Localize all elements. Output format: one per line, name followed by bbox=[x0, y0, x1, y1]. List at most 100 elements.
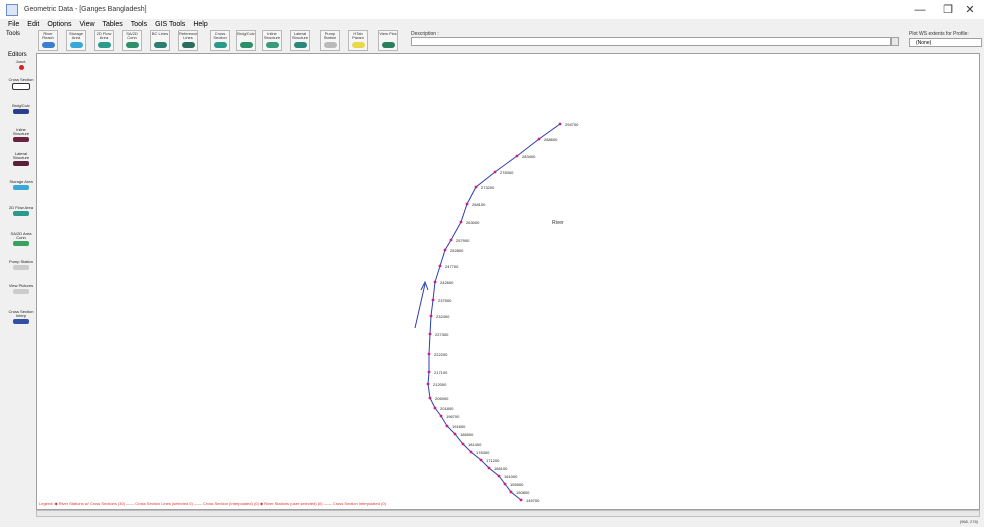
menu-file[interactable]: File bbox=[8, 21, 19, 28]
palette-xs-interpolation[interactable]: Cross Section Interp bbox=[8, 310, 34, 324]
cross-section-marker[interactable] bbox=[459, 220, 463, 224]
cross-section-marker[interactable] bbox=[461, 442, 465, 446]
inline-structure-button[interactable]: Inline Structure bbox=[262, 30, 282, 51]
inline-structure-icon bbox=[266, 42, 279, 48]
description-field[interactable] bbox=[411, 37, 891, 46]
cross-section-marker[interactable] bbox=[439, 414, 443, 418]
palette-label: Cross Section Interp bbox=[8, 309, 34, 318]
river-schematic[interactable]: 294700 288600 283400 278300 273200 268100 2630… bbox=[37, 54, 979, 509]
close-button[interactable]: ✕ bbox=[956, 0, 984, 19]
palette-junction[interactable]: Junct. bbox=[8, 60, 34, 70]
cross-section-label: 201800 bbox=[440, 406, 454, 411]
horizontal-scrollbar[interactable] bbox=[36, 510, 980, 517]
lateral-structure-icon bbox=[13, 161, 29, 166]
sa-connection-button[interactable]: SA/2D Conn bbox=[122, 30, 142, 51]
cross-section-label: 278300 bbox=[500, 170, 514, 175]
inline-structure-icon bbox=[13, 137, 29, 142]
profile-label: Plot WS extents for Profile: bbox=[909, 31, 969, 37]
bc-lines-icon bbox=[154, 42, 167, 48]
cross-section-label: 206900 bbox=[435, 396, 449, 401]
river-reach-button[interactable]: River Reach bbox=[38, 30, 58, 51]
menu-gis-tools[interactable]: GIS Tools bbox=[155, 21, 185, 28]
cross-section-button[interactable]: Cross Section bbox=[210, 30, 230, 51]
geometry-canvas[interactable]: 294700 288600 283400 278300 273200 268100 2630… bbox=[36, 53, 980, 510]
palette-view-pictures[interactable]: View Pictures bbox=[8, 284, 34, 294]
htab-param-button[interactable]: HTab Param bbox=[348, 30, 368, 51]
junction-icon bbox=[18, 65, 24, 70]
button-label: Reference Lines bbox=[179, 32, 197, 40]
cross-section-marker[interactable] bbox=[537, 137, 541, 141]
river-reach-line[interactable] bbox=[427, 123, 561, 501]
cross-section-marker[interactable] bbox=[453, 432, 457, 436]
storage-area-icon bbox=[70, 42, 83, 48]
menu-tables[interactable]: Tables bbox=[103, 21, 123, 28]
cross-section-marker[interactable] bbox=[433, 406, 437, 410]
cross-section-marker[interactable] bbox=[428, 396, 432, 400]
menu-help[interactable]: Help bbox=[193, 21, 207, 28]
cross-section-marker[interactable] bbox=[479, 458, 483, 462]
profile-select[interactable]: (None) bbox=[909, 38, 982, 47]
cross-section-marker[interactable] bbox=[465, 202, 469, 206]
reference-lines-button[interactable]: Reference Lines bbox=[178, 30, 198, 51]
palette-label: Junct. bbox=[15, 59, 27, 64]
2d-flow-area-icon bbox=[13, 211, 29, 216]
bc-lines-button[interactable]: BC Lines bbox=[150, 30, 170, 51]
2d-flow-area-button[interactable]: 2D Flow Area bbox=[94, 30, 114, 51]
menu-bar: File Edit Options View Tables Tools GIS … bbox=[0, 19, 984, 29]
cross-section-marker[interactable] bbox=[509, 490, 513, 494]
pump-station-button[interactable]: Pump Station bbox=[320, 30, 340, 51]
palette-sa-connection[interactable]: SA/2D Area Conn bbox=[8, 232, 34, 246]
cross-section-marker[interactable] bbox=[445, 424, 449, 428]
palette-lateral-structure[interactable]: Lateral Structure bbox=[8, 152, 34, 166]
cross-section-label: 186500 bbox=[460, 432, 474, 437]
cross-section-marker[interactable] bbox=[431, 298, 435, 302]
bridge-culvert-button[interactable]: Brdg/Culv bbox=[236, 30, 256, 51]
cross-section-marker[interactable] bbox=[427, 352, 431, 356]
menu-edit[interactable]: Edit bbox=[27, 21, 39, 28]
palette-inline-structure[interactable]: Inline Structure bbox=[8, 128, 34, 142]
cross-section-label: 294700 bbox=[565, 122, 579, 127]
cross-section-marker[interactable] bbox=[438, 264, 442, 268]
palette-label: Brdg/Culv bbox=[12, 103, 30, 108]
cross-section-marker[interactable] bbox=[427, 370, 431, 374]
cross-section-label: 242600 bbox=[440, 280, 454, 285]
cross-section-marker[interactable] bbox=[428, 332, 432, 336]
view-pictures-button[interactable]: View Pics bbox=[378, 30, 398, 51]
cross-section-marker[interactable] bbox=[487, 466, 491, 470]
palette-storage-area[interactable]: Storage Area bbox=[8, 180, 34, 190]
cross-section-marker[interactable] bbox=[493, 170, 497, 174]
lateral-structure-button[interactable]: Lateral Structure bbox=[290, 30, 310, 51]
view-pictures-icon bbox=[13, 289, 29, 294]
minimize-button[interactable]: — bbox=[906, 0, 934, 19]
menu-view[interactable]: View bbox=[79, 21, 94, 28]
cross-section-marker[interactable] bbox=[474, 185, 478, 189]
cross-section-marker[interactable] bbox=[497, 474, 501, 478]
cross-section-marker[interactable] bbox=[558, 122, 562, 126]
palette-pump-station[interactable]: Pump Station bbox=[8, 260, 34, 270]
cross-section-marker[interactable] bbox=[469, 450, 473, 454]
cross-section-label: 268100 bbox=[472, 202, 486, 207]
cross-section-icon bbox=[214, 42, 227, 48]
cross-section-label: 181400 bbox=[468, 442, 482, 447]
cross-section-marker[interactable] bbox=[519, 498, 523, 502]
cross-section-marker[interactable] bbox=[433, 280, 437, 284]
storage-area-button[interactable]: Storage Area bbox=[66, 30, 86, 51]
cross-section-marker[interactable] bbox=[503, 482, 507, 486]
button-label: SA/2D Conn bbox=[126, 32, 138, 40]
palette-2d-flow-area[interactable]: 2D Flow Area bbox=[8, 206, 34, 216]
cross-section-marker[interactable] bbox=[515, 154, 519, 158]
palette-cross-section[interactable]: Cross Section bbox=[8, 78, 34, 90]
cross-section-marker[interactable] bbox=[449, 238, 453, 242]
menu-options[interactable]: Options bbox=[47, 21, 71, 28]
cross-section-label: 227300 bbox=[435, 332, 449, 337]
description-expand-button[interactable] bbox=[891, 37, 899, 46]
menu-tools[interactable]: Tools bbox=[131, 21, 147, 28]
cross-section-marker[interactable] bbox=[426, 382, 430, 386]
cross-section-marker[interactable] bbox=[429, 314, 433, 318]
cross-section-label: 196700 bbox=[446, 414, 460, 419]
button-label: River Reach bbox=[42, 32, 54, 40]
river-name-label: River bbox=[552, 220, 564, 226]
cross-section-marker[interactable] bbox=[443, 248, 447, 252]
cross-section-label: 222200 bbox=[434, 352, 448, 357]
palette-bridge-culvert[interactable]: Brdg/Culv bbox=[8, 104, 34, 114]
